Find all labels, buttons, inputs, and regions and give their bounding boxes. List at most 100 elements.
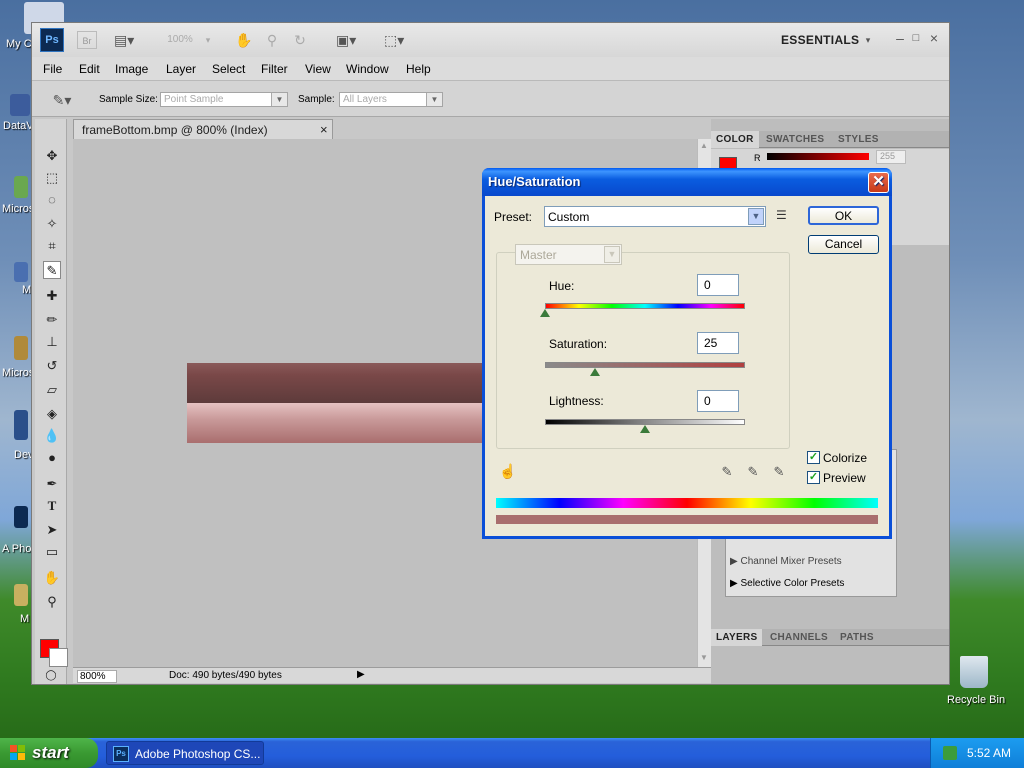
marquee-tool-icon[interactable]: ⬚ xyxy=(43,169,61,187)
zoom-level-field[interactable]: 100% xyxy=(160,31,200,49)
color-r-slider[interactable] xyxy=(767,153,869,160)
tab-layers[interactable]: LAYERS xyxy=(711,629,763,646)
crop-tool-icon[interactable]: ⌗ xyxy=(43,237,61,255)
menu-file[interactable]: File xyxy=(43,62,62,76)
type-tool-icon[interactable]: T xyxy=(43,497,61,515)
taskbar-app-photoshop[interactable]: Ps Adobe Photoshop CS... xyxy=(106,741,264,765)
start-button[interactable]: start xyxy=(0,738,98,768)
brush-tool-icon[interactable]: ✏ xyxy=(43,311,61,329)
clone-stamp-tool-icon[interactable]: ⊥ xyxy=(43,333,61,351)
pen-tool-icon[interactable]: ✒ xyxy=(43,475,61,493)
history-brush-tool-icon[interactable]: ↺ xyxy=(43,357,61,375)
sample-size-select[interactable]: Point Sample ▼ xyxy=(160,92,288,107)
eyedropper-plus-icon[interactable]: ✎ xyxy=(745,464,761,480)
healing-brush-tool-icon[interactable]: ✚ xyxy=(43,287,61,305)
desktop-icon-m[interactable] xyxy=(14,262,28,282)
close-icon[interactable]: × xyxy=(924,29,944,47)
dialog-title: Hue/Saturation xyxy=(488,174,581,189)
paint-bucket-tool-icon[interactable]: ◈ xyxy=(43,405,61,423)
recycle-bin-icon[interactable] xyxy=(960,656,988,688)
hue-slider-thumb[interactable] xyxy=(540,309,550,317)
dodge-tool-icon[interactable]: ● xyxy=(43,449,61,467)
zoom-dropdown-icon[interactable]: ▾ xyxy=(198,31,218,49)
hue-input[interactable]: 0 xyxy=(697,274,739,296)
eyedropper-icon[interactable]: ✎ xyxy=(719,464,735,480)
hand-tool-icon[interactable]: ✋ xyxy=(43,569,61,587)
desktop-icon-m2[interactable] xyxy=(14,584,28,606)
screen-mode-icon[interactable]: ⬚▾ xyxy=(384,31,404,49)
preset-select[interactable]: Custom ▼ xyxy=(544,206,766,227)
channel-select[interactable]: Master ▼ xyxy=(515,244,622,265)
lightness-input[interactable]: 0 xyxy=(697,390,739,412)
shape-tool-icon[interactable]: ▭ xyxy=(43,543,61,561)
sample-select[interactable]: All Layers ▼ xyxy=(339,92,443,107)
close-icon[interactable]: × xyxy=(320,122,328,137)
status-menu-icon[interactable]: ▶ xyxy=(357,669,365,680)
ok-button[interactable]: OK xyxy=(808,206,879,225)
quick-selection-tool-icon[interactable]: ✧ xyxy=(43,215,61,233)
colorize-checkbox[interactable]: ✓ xyxy=(807,451,820,464)
view-extras-icon[interactable]: ▤▾ xyxy=(114,31,134,49)
tab-color[interactable]: COLOR xyxy=(711,131,759,148)
saturation-input[interactable]: 25 xyxy=(697,332,739,354)
background-color-swatch[interactable] xyxy=(49,648,68,667)
desktop-icon-datav[interactable] xyxy=(10,94,30,116)
menu-view[interactable]: View xyxy=(305,62,331,76)
desktop-icon-micros-c[interactable] xyxy=(14,176,28,198)
desktop-icon-photoshop[interactable] xyxy=(14,506,28,528)
tab-swatches[interactable]: SWATCHES xyxy=(761,131,829,148)
workspace-switcher[interactable]: ESSENTIALS xyxy=(781,33,859,47)
status-zoom[interactable]: 800% xyxy=(77,670,117,683)
workspace-chevron-down-icon[interactable]: ▾ xyxy=(858,31,878,49)
eyedropper-preset-icon[interactable]: ✎▾ xyxy=(52,91,72,109)
tab-channels[interactable]: CHANNELS xyxy=(765,629,833,646)
menu-select[interactable]: Select xyxy=(212,62,245,76)
menu-edit[interactable]: Edit xyxy=(79,62,100,76)
close-icon[interactable]: ✕ xyxy=(868,172,889,193)
list-item[interactable]: ▶ Selective Color Presets xyxy=(730,578,844,589)
preview-checkbox[interactable]: ✓ xyxy=(807,471,820,484)
list-item[interactable]: ▶ Channel Mixer Presets xyxy=(730,556,842,567)
lasso-tool-icon[interactable]: ◌ xyxy=(43,191,61,209)
menu-bar: File Edit Image Layer Select Filter View… xyxy=(32,57,949,81)
blur-tool-icon[interactable]: 💧 xyxy=(43,427,61,445)
eyedropper-minus-icon[interactable]: ✎ xyxy=(771,464,787,480)
move-tool-icon[interactable]: ✥ xyxy=(43,147,61,165)
safely-remove-hardware-icon[interactable] xyxy=(943,746,957,760)
menu-filter[interactable]: Filter xyxy=(261,62,288,76)
menu-image[interactable]: Image xyxy=(115,62,148,76)
dialog-title-bar[interactable]: Hue/Saturation ✕ xyxy=(482,168,892,196)
eraser-tool-icon[interactable]: ▱ xyxy=(43,381,61,399)
zoom-tool-icon[interactable]: ⚲ xyxy=(262,31,282,49)
scroll-up-icon[interactable]: ▲ xyxy=(700,141,708,150)
rotate-view-icon[interactable]: ↻ xyxy=(290,31,310,49)
hand-tool-icon[interactable]: ✋ xyxy=(234,31,254,49)
arrange-documents-icon[interactable]: ▣▾ xyxy=(336,31,356,49)
cancel-button[interactable]: Cancel xyxy=(808,235,879,254)
lightness-slider-thumb[interactable] xyxy=(640,425,650,433)
zoom-tool-icon[interactable]: ⚲ xyxy=(43,593,61,611)
desktop-icon-dev[interactable] xyxy=(14,410,28,440)
maximize-icon[interactable]: □ xyxy=(906,29,926,47)
tab-paths[interactable]: PATHS xyxy=(835,629,879,646)
tab-styles[interactable]: STYLES xyxy=(833,131,884,148)
targeted-adjustment-hand-icon[interactable]: ☝ xyxy=(499,463,516,480)
scroll-down-icon[interactable]: ▼ xyxy=(700,653,708,662)
saturation-slider-track[interactable] xyxy=(545,362,745,368)
quick-mask-icon[interactable]: ◯ xyxy=(42,667,60,685)
channel-value: Master xyxy=(520,248,557,262)
saturation-slider-thumb[interactable] xyxy=(590,368,600,376)
color-r-value[interactable]: 255 xyxy=(876,150,906,164)
bridge-icon[interactable]: Br xyxy=(77,31,97,49)
sample-size-value: Point Sample xyxy=(164,94,224,105)
image-dark-band xyxy=(187,363,507,403)
eyedropper-tool-icon[interactable]: ✎ xyxy=(43,261,61,279)
document-tab[interactable]: frameBottom.bmp @ 800% (Index) × xyxy=(73,119,333,139)
path-selection-tool-icon[interactable]: ➤ xyxy=(43,521,61,539)
menu-layer[interactable]: Layer xyxy=(166,62,196,76)
menu-help[interactable]: Help xyxy=(406,62,431,76)
desktop-icon-micros-bas[interactable] xyxy=(14,336,28,360)
menu-window[interactable]: Window xyxy=(346,62,389,76)
preset-options-icon[interactable]: ☰ xyxy=(776,208,787,222)
hue-slider-track[interactable] xyxy=(545,303,745,309)
